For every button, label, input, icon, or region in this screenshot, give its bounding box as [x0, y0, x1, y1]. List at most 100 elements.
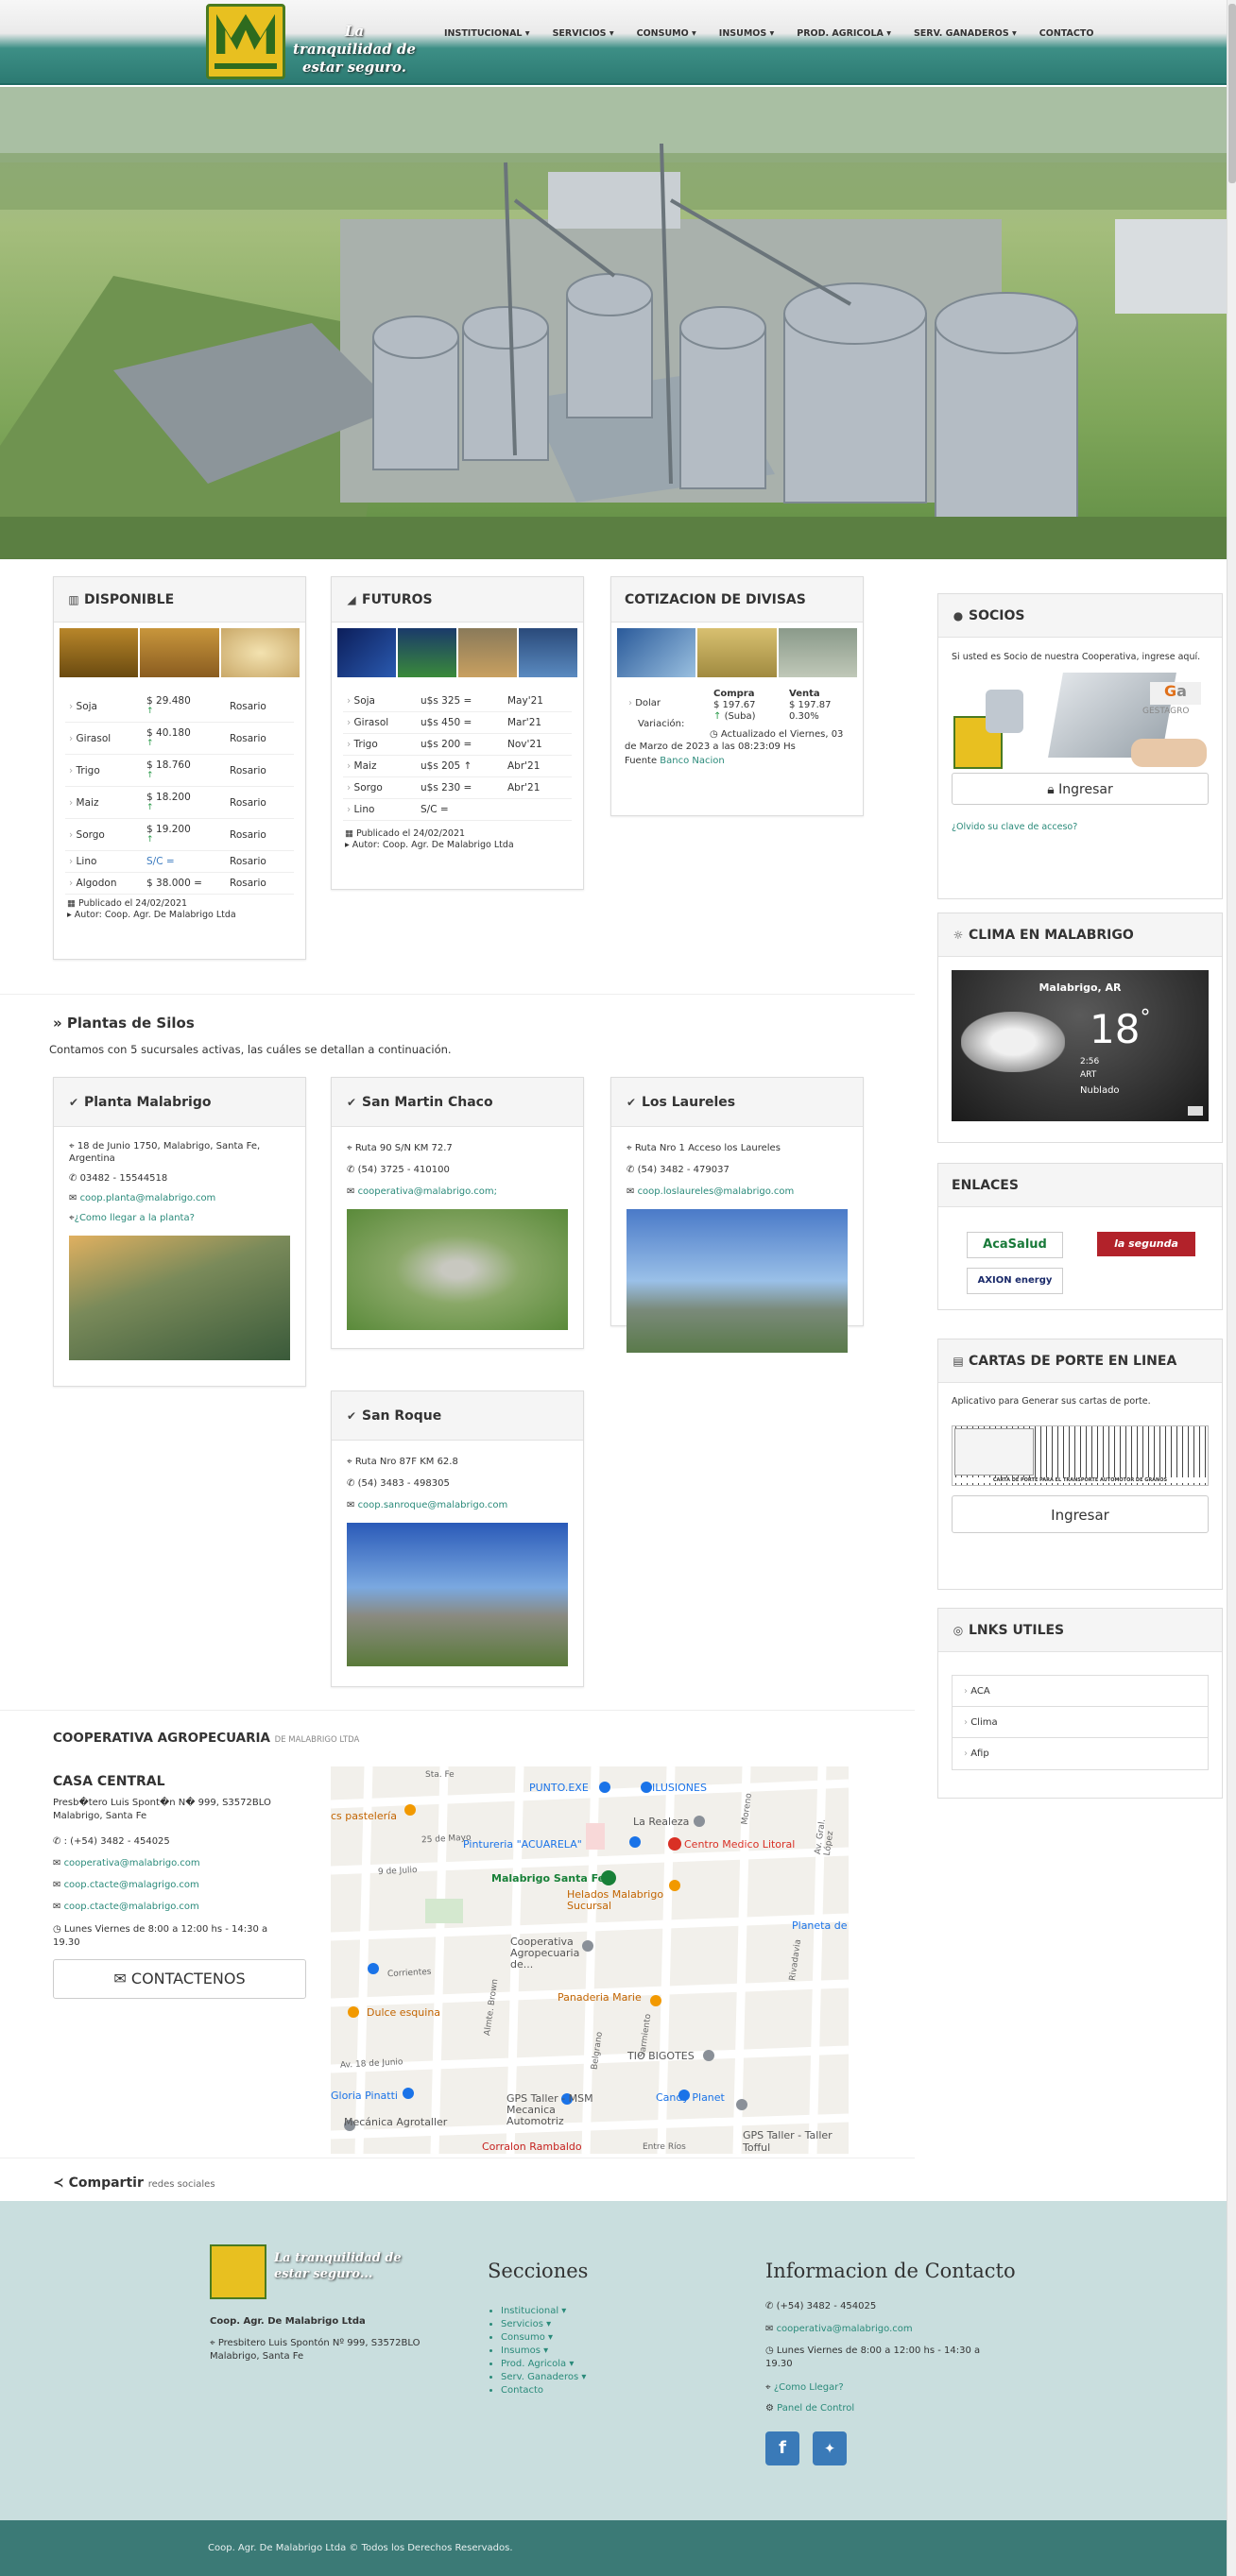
globe-icon: ◎	[953, 1624, 964, 1637]
banco-nacion-link[interactable]: Banco Nacion	[660, 756, 724, 766]
nav-consumo[interactable]: CONSUMO ▾	[626, 28, 708, 39]
map-marker-icon: ⌖	[627, 1143, 635, 1153]
check-icon: ✔	[346, 1409, 357, 1423]
disponible-author: Autor: Coop. Agr. De Malabrigo Ltda	[74, 910, 236, 920]
footer-phone: (+54) 3482 - 454025	[776, 2301, 877, 2312]
footer-link-consumo[interactable]: Consumo ▾	[501, 2331, 586, 2345]
planta-photo	[347, 1209, 568, 1330]
planta-email-link[interactable]: coop.sanroque@malabrigo.com	[358, 1500, 508, 1510]
footer-copyright: Coop. Agr. De Malabrigo Ltda © Todos los…	[0, 2520, 1227, 2576]
thumb-grain	[140, 628, 219, 677]
cartas-text: Aplicativo para Generar sus cartas de po…	[952, 1396, 1151, 1407]
link-clima[interactable]: › Clima	[953, 1707, 1208, 1738]
footer-email-link[interactable]: cooperativa@malabrigo.com	[777, 2324, 913, 2334]
divisas-panel: COTIZACION DE DIVISAS Compra Venta › Dol…	[610, 576, 864, 816]
clima-panel: ☼ CLIMA EN MALABRIGO Malabrigo, AR 18° 2:…	[937, 913, 1223, 1143]
forgot-password-link[interactable]: ¿Olvido su clave de acceso?	[952, 822, 1077, 832]
footer-link-servicios[interactable]: Servicios ▾	[501, 2318, 586, 2331]
twitter-icon[interactable]: ✦	[813, 2431, 847, 2465]
thumb-soy	[220, 628, 300, 677]
axion-logo[interactable]: AXION energy	[967, 1268, 1063, 1294]
acasalud-logo[interactable]: AcaSalud	[967, 1232, 1063, 1258]
coop-email-link[interactable]: coop.ctacte@malabrigo.com	[64, 1902, 199, 1912]
contactenos-button[interactable]: ✉ CONTACTENOS	[53, 1959, 306, 1999]
socios-login-button[interactable]: 🔒︎ Ingresar	[952, 773, 1209, 805]
table-row: Girasol$ 40.180↑Rosario	[65, 723, 294, 755]
facebook-icon[interactable]: f	[765, 2431, 799, 2465]
envelope-icon: ✉	[113, 1970, 131, 1987]
map-marker-icon: ⌖	[210, 2338, 218, 2348]
arrow-up-icon: ↑	[146, 834, 154, 844]
table-row: LinoS/C =Rosario	[65, 851, 294, 873]
socios-title: SOCIOS	[969, 608, 1025, 623]
divisas-table: Compra Venta › Dolar $ 197.67 $ 197.87 V…	[625, 689, 844, 766]
footer-link-insumos[interactable]: Insumos ▾	[501, 2345, 586, 2358]
nav-insumos[interactable]: INSUMOS ▾	[708, 28, 786, 39]
divider	[0, 1710, 915, 1711]
weather-condition: Nublado	[1080, 1085, 1120, 1096]
contact-title: Informacion de Contacto	[765, 2260, 1016, 2282]
como-llegar-footer-link[interactable]: ¿Como Llegar?	[774, 2382, 844, 2393]
panel-control-link[interactable]: Panel de Control	[777, 2403, 854, 2414]
page-scrollbar[interactable]	[1227, 0, 1236, 2576]
weather-badge	[1188, 1106, 1203, 1116]
phone-icon: ✆	[765, 2301, 777, 2312]
nav-serv-ganaderos[interactable]: SERV. GANADEROS ▾	[902, 28, 1028, 39]
thumb-market	[337, 628, 396, 677]
weather-city: Malabrigo, AR	[1039, 981, 1122, 994]
coop-email-link[interactable]: cooperativa@malabrigo.com	[64, 1858, 200, 1868]
calendar-icon: ▦	[67, 898, 78, 909]
table-row: Maiz$ 18.200↑Rosario	[65, 787, 294, 819]
sections-title: Secciones	[488, 2260, 589, 2282]
envelope-icon: ✉	[765, 2324, 777, 2334]
planta-email-link[interactable]: coop.planta@malabrigo.com	[80, 1193, 216, 1203]
nav-institucional[interactable]: INSTITUCIONAL ▾	[433, 28, 541, 39]
link-aca[interactable]: › ACA	[953, 1676, 1208, 1707]
planta-card: ✔ Los Laureles ⌖ Ruta Nro 1 Acceso los La…	[610, 1077, 864, 1353]
envelope-icon: ✉	[53, 1858, 64, 1868]
header-tagline: La tranquilidad de estar seguro.	[293, 23, 416, 76]
la-segunda-logo[interactable]: la segunda	[1097, 1232, 1195, 1256]
nav-servicios[interactable]: SERVICIOS ▾	[541, 28, 626, 39]
footer-hours: Lunes Viernes de 8:00 a 12:00 hs - 14:30…	[765, 2346, 981, 2369]
location-map[interactable]: Sta. Fe PUNTO.EXE ILUSIONES cs pastelerí…	[331, 1766, 849, 2154]
futuros-title: FUTUROS	[362, 592, 433, 607]
weather-widget[interactable]: Malabrigo, AR 18° 2:56 ART Nublado	[952, 970, 1209, 1121]
footer-logo[interactable]	[210, 2244, 266, 2299]
scrollbar-thumb[interactable]	[1228, 4, 1236, 183]
footer-link-prod-agricola[interactable]: Prod. Agricola ▾	[501, 2358, 586, 2371]
envelope-icon: ✉	[53, 1902, 64, 1912]
map-marker-icon: ⌖	[69, 1141, 77, 1152]
futuros-table: Sojau$s 325 =May'21 Girasolu$s 450 =Mar'…	[332, 691, 583, 821]
futuros-panel: ◢ FUTUROS Sojau$s 325 =May'21 Girasolu$s …	[331, 576, 584, 890]
file-icon: ▤	[953, 1355, 964, 1368]
planta-email-link[interactable]: cooperativa@malabrigo.com;	[358, 1186, 497, 1197]
map-marker-icon: ⌖	[347, 1143, 355, 1153]
arrow-up-icon: ↑	[713, 711, 725, 722]
site-logo[interactable]	[206, 4, 285, 79]
planta-email-link[interactable]: coop.loslaureles@malabrigo.com	[638, 1186, 795, 1197]
coop-phone: : (+54) 3482 - 454025	[63, 1836, 170, 1847]
coop-email-link[interactable]: coop.ctacte@malagrigo.com	[64, 1880, 199, 1890]
cartas-ingresar-button[interactable]: Ingresar	[952, 1495, 1209, 1533]
area-chart-icon: ◢	[347, 593, 356, 606]
link-afip[interactable]: › Afip	[953, 1738, 1208, 1769]
divisas-title: COTIZACION DE DIVISAS	[611, 577, 863, 623]
footer-link-serv-ganaderos[interactable]: Serv. Ganaderos ▾	[501, 2371, 586, 2384]
share-bar[interactable]: ≺ Compartir redes sociales	[53, 2175, 215, 2191]
footer-company: Coop. Agr. De Malabrigo Ltda	[210, 2316, 366, 2327]
dolar-buy: $ 197.67	[713, 700, 756, 710]
como-llegar-link[interactable]: ¿Como llegar a la planta?	[75, 1213, 195, 1223]
footer-link-contacto[interactable]: Contacto	[501, 2384, 586, 2397]
footer-tagline: La tranquilidad de estar seguro...	[274, 2251, 402, 2281]
weather-temp: 18	[1090, 1006, 1141, 1052]
disponible-published: Publicado el 24/02/2021	[78, 898, 188, 909]
caret-icon: ▸	[67, 910, 75, 920]
footer-address: Presbitero Luis Spontón Nº 999, S3572BLO…	[210, 2338, 421, 2362]
phone-icon: ✆	[627, 1165, 638, 1175]
nav-contacto[interactable]: CONTACTO	[1028, 28, 1106, 39]
site-header: La tranquilidad de estar seguro. INSTITU…	[0, 0, 1227, 85]
futuros-published: Publicado el 24/02/2021	[356, 828, 466, 839]
footer-link-institucional[interactable]: Institucional ▾	[501, 2305, 586, 2318]
nav-prod-agricola[interactable]: PROD. AGRICOLA ▾	[785, 28, 902, 39]
